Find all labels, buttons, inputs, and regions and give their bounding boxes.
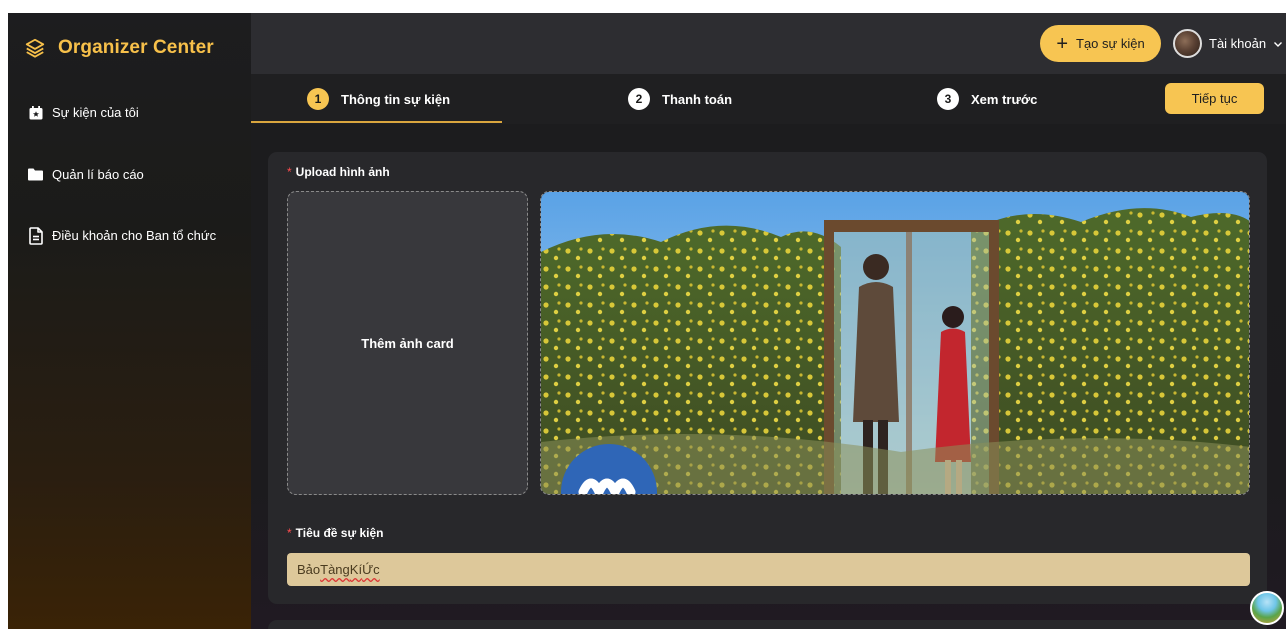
continue-button[interactable]: Tiếp tục <box>1165 83 1264 114</box>
layers-icon <box>25 38 45 58</box>
create-event-button[interactable]: + Tạo sự kiện <box>1040 25 1161 62</box>
stepper: 1 Thông tin sự kiện 2 Thanh toán 3 Xem t… <box>251 74 1286 124</box>
step-event-info[interactable]: 1 Thông tin sự kiện <box>307 88 450 110</box>
sidebar-item-label: Sự kiện của tôi <box>52 105 139 120</box>
title-text-part: Ức <box>362 562 380 577</box>
banner-image-upload[interactable] <box>540 191 1250 495</box>
step-label: Xem trước <box>971 91 1038 107</box>
step-label: Thông tin sự kiện <box>341 91 451 107</box>
title-label-text: Tiêu đề sự kiện <box>295 526 384 540</box>
sidebar: Organizer Center Sự kiện của tôi Quản lí… <box>8 13 251 629</box>
step-label: Thanh toán <box>662 91 733 107</box>
step-number: 1 <box>307 88 329 110</box>
plus-icon: + <box>1056 32 1068 55</box>
active-step-underline <box>251 121 502 123</box>
folder-icon <box>27 166 44 183</box>
upload-label-text: Upload hình ảnh <box>295 165 390 179</box>
next-card <box>268 620 1267 629</box>
title-text-part: Tàng <box>320 562 350 577</box>
document-icon <box>27 226 44 245</box>
card-image-upload[interactable]: Thêm ảnh card <box>287 191 528 495</box>
event-title-input[interactable]: Bảo Tàng Kí Ức <box>287 553 1250 586</box>
account-menu[interactable]: Tài khoản <box>1173 29 1283 58</box>
create-event-label: Tạo sự kiện <box>1076 36 1145 51</box>
card-upload-placeholder: Thêm ảnh card <box>361 335 454 351</box>
required-mark: * <box>287 526 292 540</box>
sidebar-item-label: Điều khoản cho Ban tổ chức <box>52 228 217 243</box>
upload-label: * Upload hình ảnh <box>287 165 390 179</box>
chevron-down-icon <box>1274 41 1283 47</box>
calendar-star-icon <box>27 104 44 121</box>
brand[interactable]: Organizer Center <box>24 37 214 59</box>
title-text-part: Kí <box>349 562 363 577</box>
step-number: 2 <box>628 88 650 110</box>
brand-name: Organizer Center <box>58 37 214 58</box>
sidebar-item-reports[interactable]: Quản lí báo cáo <box>27 166 144 183</box>
sidebar-item-terms[interactable]: Điều khoản cho Ban tổ chức <box>27 226 217 245</box>
required-mark: * <box>287 165 292 179</box>
avatar <box>1173 29 1202 58</box>
step-number: 3 <box>937 88 959 110</box>
banner-photo <box>541 192 1249 494</box>
top-strip <box>0 0 1286 13</box>
step-preview[interactable]: 3 Xem trước <box>937 88 1037 110</box>
floating-chat-avatar[interactable] <box>1250 591 1284 625</box>
title-label: * Tiêu đề sự kiện <box>287 526 384 540</box>
sidebar-item-label: Quản lí báo cáo <box>52 167 144 182</box>
top-header: + Tạo sự kiện Tài khoản <box>251 13 1286 74</box>
title-text-part: Bảo <box>297 562 321 577</box>
sidebar-item-my-events[interactable]: Sự kiện của tôi <box>27 104 139 121</box>
account-label: Tài khoản <box>1209 36 1267 51</box>
step-payment[interactable]: 2 Thanh toán <box>628 88 732 110</box>
